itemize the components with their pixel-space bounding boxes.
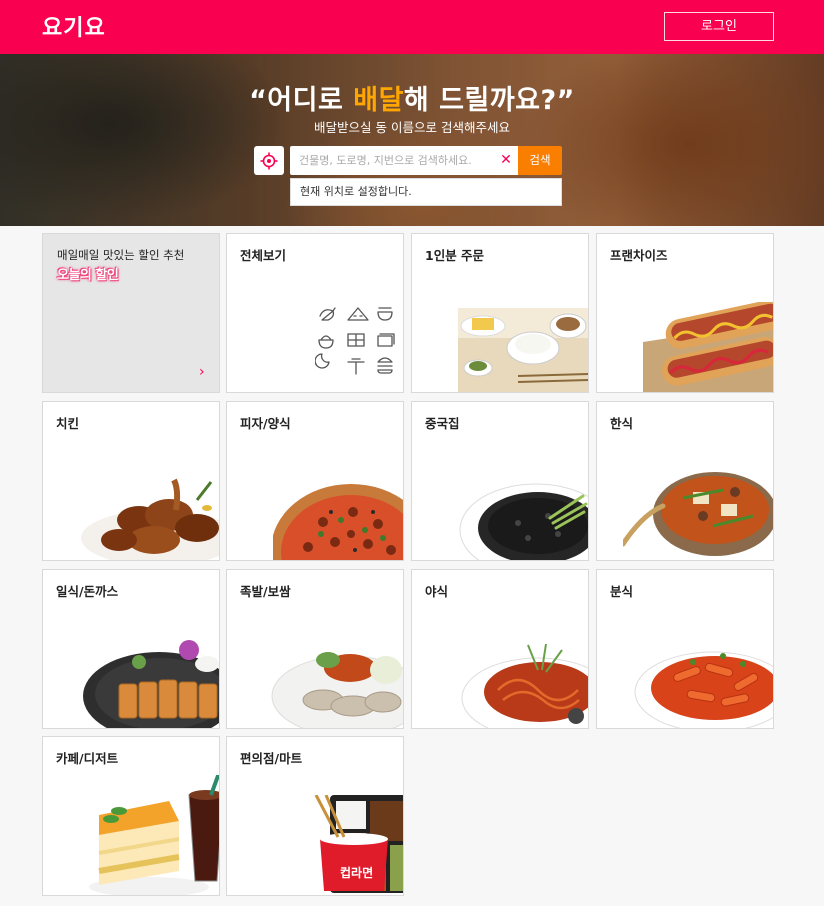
category-label: 카페/디저트 <box>56 751 119 766</box>
search-button[interactable]: 검색 <box>518 146 562 175</box>
cake-drink-photo <box>89 775 219 895</box>
category-chicken[interactable]: 치킨 <box>42 401 220 561</box>
category-jokbal-bossam[interactable]: 족발/보쌈 <box>226 569 404 729</box>
category-label: 전체보기 <box>240 248 287 263</box>
pizza-photo <box>273 484 403 560</box>
chicken-icon <box>319 307 336 321</box>
address-search-box: ✕ <box>290 146 518 175</box>
clear-icon[interactable]: ✕ <box>498 152 514 168</box>
yogiyo-logo[interactable]: 요기요 <box>42 10 106 42</box>
hero-subtitle: 배달받으실 동 이름으로 검색해주세요 <box>314 120 510 135</box>
category-korean[interactable]: 한식 <box>596 401 774 561</box>
lunchbox-icon <box>347 333 365 347</box>
nightfood-photo <box>461 643 588 728</box>
chicken-photo <box>81 478 219 560</box>
category-franchise[interactable]: 프랜차이즈 <box>596 233 774 393</box>
top-header: 요기요 로그인 <box>0 0 824 54</box>
promo-badge: 오늘의 할인 <box>57 268 119 283</box>
stew-photo <box>623 472 773 556</box>
category-chinese[interactable]: 중국집 <box>411 401 589 561</box>
todays-discount-card[interactable]: 매일매일 맛있는 할인 추천 오늘의 할인 › <box>42 233 220 393</box>
pizza-icon <box>347 307 369 321</box>
promo-title: 매일매일 맛있는 할인 추천 <box>57 248 185 262</box>
category-label: 치킨 <box>56 416 80 431</box>
single-meal-photo <box>458 308 588 392</box>
category-label: 프랜차이즈 <box>610 248 668 263</box>
login-button[interactable]: 로그인 <box>664 12 774 41</box>
category-label: 편의점/마트 <box>240 751 303 766</box>
category-label: 야식 <box>425 584 449 599</box>
skewer-icon <box>347 358 365 375</box>
category-convenience[interactable]: 편의점/마트 컵라면 <box>226 736 404 896</box>
chevron-right-icon: › <box>199 364 205 380</box>
category-label: 한식 <box>610 416 634 431</box>
category-label: 분식 <box>610 584 634 599</box>
cup-noodle-label: 컵라면 <box>340 865 373 880</box>
tteokbokki-photo <box>634 651 773 728</box>
category-cafe-dessert[interactable]: 카페/디저트 <box>42 736 220 896</box>
hotdog-photo <box>643 302 773 392</box>
hero-banner: “어디로 배달해 드릴까요?” 배달받으실 동 이름으로 검색해주세요 ✕ 검색… <box>0 54 824 226</box>
category-pizza[interactable]: 피자/양식 <box>226 401 404 561</box>
category-label: 1인분 주문 <box>425 248 485 263</box>
category-label: 피자/양식 <box>240 416 291 431</box>
category-label: 족발/보쌈 <box>240 584 291 599</box>
category-all[interactable]: 전체보기 <box>226 233 404 393</box>
bossam-photo <box>271 652 403 728</box>
category-late-night[interactable]: 야식 <box>411 569 589 729</box>
use-current-location-option[interactable]: 현재 위치로 설정합니다. <box>290 178 562 206</box>
category-icons <box>315 307 395 375</box>
rice-bowl-icon <box>318 335 334 349</box>
current-location-button[interactable] <box>254 146 284 175</box>
category-japanese[interactable]: 일식/돈까스 <box>42 569 220 729</box>
address-search-input[interactable] <box>290 146 496 175</box>
noodle-bowl-icon <box>377 307 393 321</box>
category-single-portion[interactable]: 1인분 주문 <box>411 233 589 393</box>
tonkatsu-photo <box>83 640 219 728</box>
burger-icon <box>377 357 393 374</box>
category-label: 일식/돈까스 <box>56 584 119 599</box>
crosshair-icon <box>260 152 278 169</box>
hero-title-accent: 배달 <box>353 85 404 116</box>
jjajangmyeon-photo <box>459 483 588 560</box>
convenience-photo: 컵라면 <box>314 795 403 893</box>
bento-icon <box>377 333 395 347</box>
category-label: 중국집 <box>425 416 460 431</box>
moon-icon <box>315 353 330 369</box>
category-bunsik[interactable]: 분식 <box>596 569 774 729</box>
hero-title: “어디로 배달해 드릴까요?” <box>249 85 575 116</box>
